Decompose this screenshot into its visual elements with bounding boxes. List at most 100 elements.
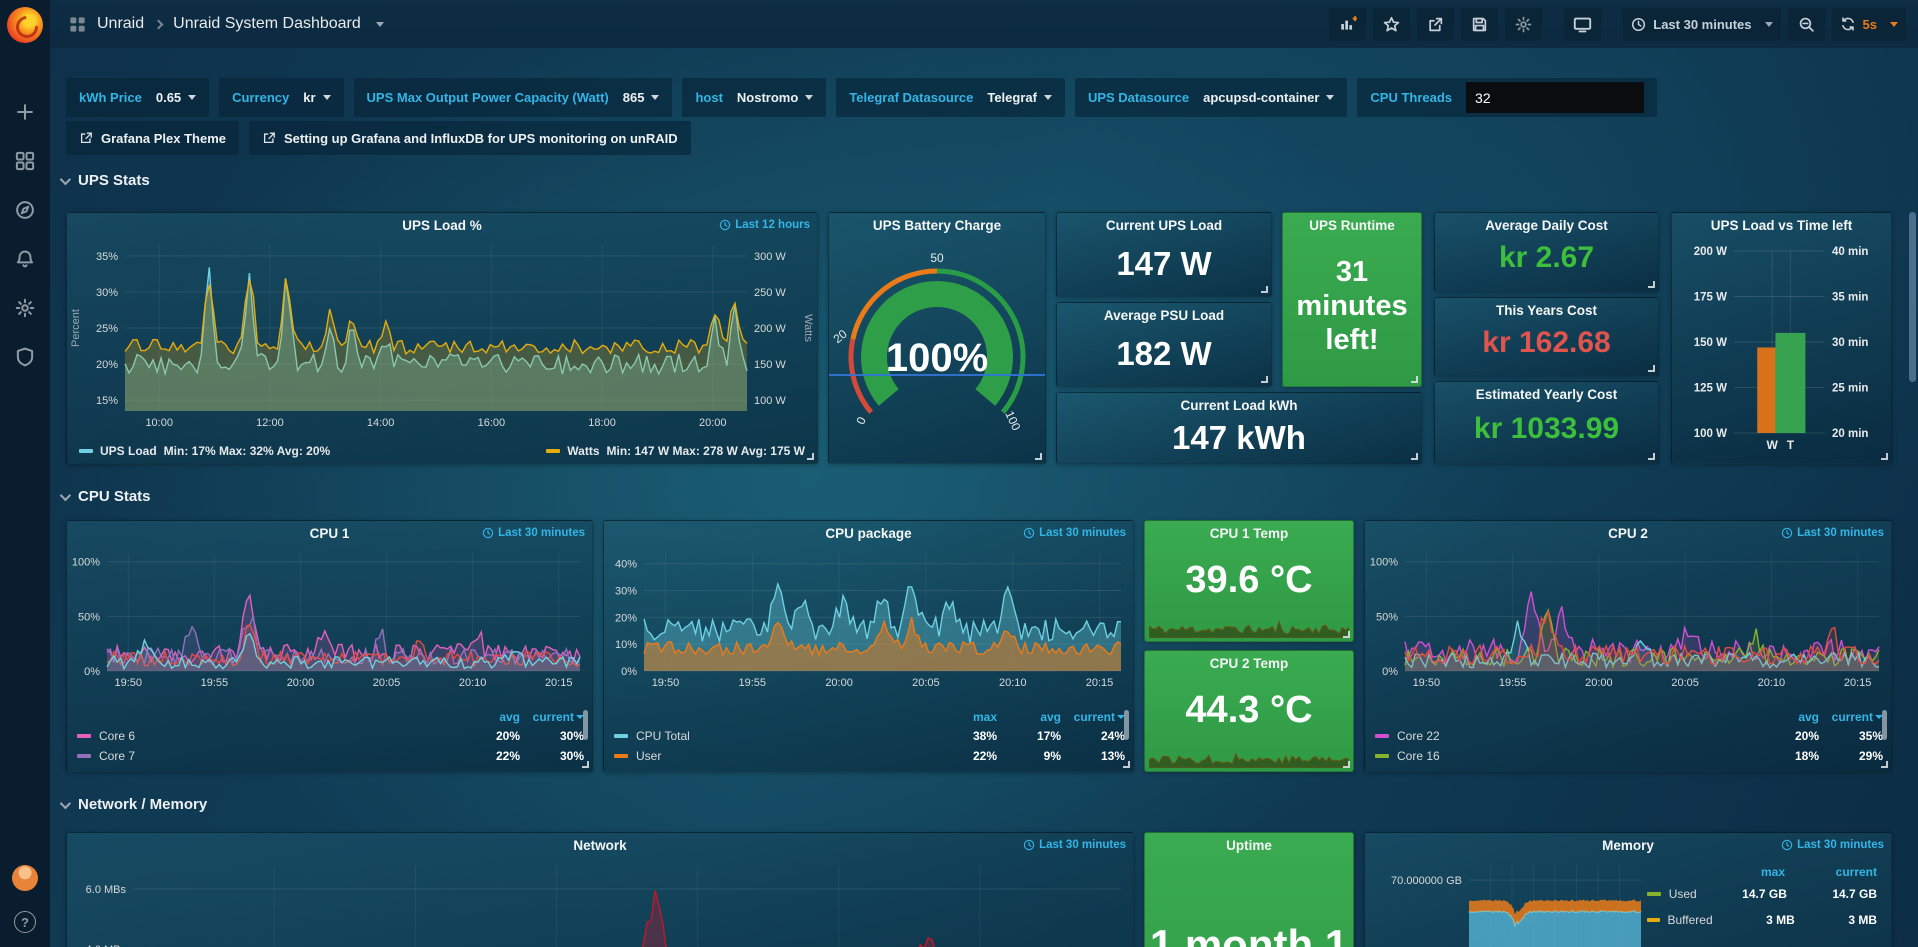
network-chart[interactable]: 2.0 MBs4.0 MBs6.0 MBs xyxy=(67,859,1133,947)
sort-column[interactable]: current xyxy=(520,710,584,724)
panel-title[interactable]: Network xyxy=(67,838,1133,853)
server-admin-shield-icon[interactable] xyxy=(14,346,36,368)
resize-handle[interactable] xyxy=(1123,761,1130,768)
dashboards-icon[interactable] xyxy=(14,150,36,172)
panel-average-psu-load[interactable]: Average PSU Load 182 W xyxy=(1056,302,1272,387)
panel-title[interactable]: Average Daily Cost xyxy=(1435,218,1658,233)
var-ups-max-output[interactable]: UPS Max Output Power Capacity (Watt)865 xyxy=(354,78,673,117)
cycle-view-tv-button[interactable] xyxy=(1564,8,1601,41)
resize-handle[interactable] xyxy=(582,761,589,768)
var-currency[interactable]: Currencykr xyxy=(219,78,343,117)
time-range-picker[interactable]: Last 30 minutes xyxy=(1623,8,1780,41)
legend-row[interactable]: Used14.7 GB14.7 GB xyxy=(1647,881,1877,907)
panel-memory[interactable]: Memory Last 30 minutes 50.000000 GB60.00… xyxy=(1364,832,1892,947)
sort-column[interactable]: current xyxy=(1819,710,1883,724)
panel-title[interactable]: Estimated Yearly Cost xyxy=(1435,387,1658,402)
memory-chart[interactable]: 50.000000 GB60.000000 GB70.000000 GB xyxy=(1365,859,1653,947)
panel-cpu2-temp[interactable]: CPU 2 Temp 44.3 °C xyxy=(1144,650,1354,772)
legend-item[interactable]: WattsMin: 147 W Max: 278 W Avg: 175 W xyxy=(546,444,805,458)
panel-uptime[interactable]: Uptime 1 month 1 xyxy=(1144,832,1354,947)
save-button[interactable] xyxy=(1461,8,1498,41)
panel-network[interactable]: Network Last 30 minutes 2.0 MBs4.0 MBs6.… xyxy=(66,832,1134,947)
panel-ups-load-vs-time-left[interactable]: UPS Load vs Time left 100 W20 min125 W25… xyxy=(1671,212,1892,464)
panel-time-range[interactable]: Last 12 hours xyxy=(719,219,810,231)
section-ups-stats[interactable]: UPS Stats xyxy=(60,172,150,189)
legend-scrollbar[interactable] xyxy=(1882,710,1887,740)
var-ups-datasource[interactable]: UPS Datasourceapcupsd-container xyxy=(1075,78,1347,117)
panel-ups-load[interactable]: UPS Load % Last 12 hours 15%100 W20%150 … xyxy=(66,212,818,464)
panel-title[interactable]: UPS Load % xyxy=(67,218,817,233)
cpu2-chart[interactable]: 0%50%100%19:5019:5520:0020:0520:1020:15 xyxy=(1365,547,1891,693)
explore-compass-icon[interactable] xyxy=(14,199,36,221)
resize-handle[interactable] xyxy=(1261,286,1268,293)
panel-time-range[interactable]: Last 30 minutes xyxy=(1781,839,1884,851)
var-host[interactable]: hostNostromo xyxy=(682,78,826,117)
link-grafana-plex-theme[interactable]: Grafana Plex Theme xyxy=(66,121,239,155)
panel-this-years-cost[interactable]: This Years Cost kr 162.68 xyxy=(1434,297,1659,376)
var-kwh-price[interactable]: kWh Price0.65 xyxy=(66,78,209,117)
share-button[interactable] xyxy=(1417,8,1454,41)
panel-cpu1-temp[interactable]: CPU 1 Temp 39.6 °C xyxy=(1144,520,1354,642)
refresh-interval-label[interactable]: 5s xyxy=(1863,17,1877,32)
resize-handle[interactable] xyxy=(1035,453,1042,460)
panel-title[interactable]: This Years Cost xyxy=(1435,303,1658,318)
resize-handle[interactable] xyxy=(1648,281,1655,288)
section-cpu-stats[interactable]: CPU Stats xyxy=(60,488,151,505)
legend-row[interactable]: Core 1618%29% xyxy=(1375,746,1883,766)
star-button[interactable] xyxy=(1373,8,1410,41)
panel-current-load-kwh[interactable]: Current Load kWh 147 kWh xyxy=(1056,392,1422,464)
panel-title[interactable]: UPS Battery Charge xyxy=(829,218,1045,233)
cpu1-chart[interactable]: 0%50%100%19:5019:5520:0020:0520:1020:15 xyxy=(67,547,592,693)
resize-handle[interactable] xyxy=(1411,376,1418,383)
alerting-bell-icon[interactable] xyxy=(14,248,36,270)
resize-handle[interactable] xyxy=(1343,761,1350,768)
legend-row[interactable]: CPU Total38%17%24% xyxy=(614,726,1125,746)
grafana-logo-icon[interactable] xyxy=(7,7,43,43)
panel-title[interactable]: Average PSU Load xyxy=(1057,308,1271,323)
add-panel-button[interactable] xyxy=(1329,8,1366,41)
var-telegraf-datasource[interactable]: Telegraf DatasourceTelegraf xyxy=(836,78,1065,117)
legend-row[interactable]: Core 620%30% xyxy=(77,726,584,746)
panel-time-range[interactable]: Last 30 minutes xyxy=(1023,839,1126,851)
resize-handle[interactable] xyxy=(1881,761,1888,768)
dashboard-caret-icon[interactable] xyxy=(376,22,384,27)
user-avatar[interactable] xyxy=(12,865,38,891)
create-plus-icon[interactable] xyxy=(14,101,36,123)
panel-current-ups-load[interactable]: Current UPS Load 147 W xyxy=(1056,212,1272,297)
cpu-package-chart[interactable]: 0%10%20%30%40%19:5019:5520:0020:0520:102… xyxy=(604,547,1133,693)
legend-item[interactable]: UPS LoadMin: 17% Max: 32% Avg: 20% xyxy=(79,444,330,458)
sort-column[interactable]: current xyxy=(1061,710,1125,724)
panel-title[interactable]: CPU 2 Temp xyxy=(1145,656,1353,671)
legend-row[interactable]: Core 722%30% xyxy=(77,746,584,766)
panel-cpu1[interactable]: CPU 1 Last 30 minutes 0%50%100%19:5019:5… xyxy=(66,520,593,772)
link-ups-monitoring-guide[interactable]: Setting up Grafana and InfluxDB for UPS … xyxy=(249,121,691,155)
legend-row[interactable]: User22%9%13% xyxy=(614,746,1125,766)
legend-scrollbar[interactable] xyxy=(1124,710,1129,740)
legend-row[interactable]: Buffered3 MB3 MB xyxy=(1647,907,1877,933)
panel-cpu2[interactable]: CPU 2 Last 30 minutes 0%50%100%19:5019:5… xyxy=(1364,520,1892,772)
scrollbar-thumb[interactable] xyxy=(1909,212,1916,382)
panel-ups-battery-charge[interactable]: UPS Battery Charge 02050100100% xyxy=(828,212,1046,464)
ups-load-chart[interactable]: 15%100 W20%150 W25%200 W30%250 W35%300 W… xyxy=(67,239,817,433)
panel-title[interactable]: Uptime xyxy=(1145,838,1353,853)
refresh-button[interactable]: 5s xyxy=(1832,8,1906,41)
panel-title[interactable]: Current Load kWh xyxy=(1057,398,1421,413)
resize-handle[interactable] xyxy=(1881,453,1888,460)
panel-title[interactable]: UPS Load vs Time left xyxy=(1672,218,1891,233)
panel-estimated-yearly-cost[interactable]: Estimated Yearly Cost kr 1033.99 xyxy=(1434,381,1659,464)
help-icon[interactable]: ? xyxy=(14,911,36,933)
legend-row[interactable]: Core 2220%35% xyxy=(1375,726,1883,746)
resize-handle[interactable] xyxy=(807,453,814,460)
resize-handle[interactable] xyxy=(1648,453,1655,460)
panel-cpu-package[interactable]: CPU package Last 30 minutes 0%10%20%30%4… xyxy=(603,520,1134,772)
breadcrumb-dashboard-title[interactable]: Unraid System Dashboard xyxy=(173,15,361,33)
panel-time-range[interactable]: Last 30 minutes xyxy=(482,527,585,539)
panel-time-range[interactable]: Last 30 minutes xyxy=(1781,527,1884,539)
panel-title[interactable]: UPS Runtime xyxy=(1283,218,1421,233)
resize-handle[interactable] xyxy=(1261,376,1268,383)
panel-time-range[interactable]: Last 30 minutes xyxy=(1023,527,1126,539)
panel-title[interactable]: Current UPS Load xyxy=(1057,218,1271,233)
panel-title[interactable]: CPU 1 Temp xyxy=(1145,526,1353,541)
panel-ups-runtime[interactable]: UPS Runtime 31 minutes left! xyxy=(1282,212,1422,387)
resize-handle[interactable] xyxy=(1648,365,1655,372)
